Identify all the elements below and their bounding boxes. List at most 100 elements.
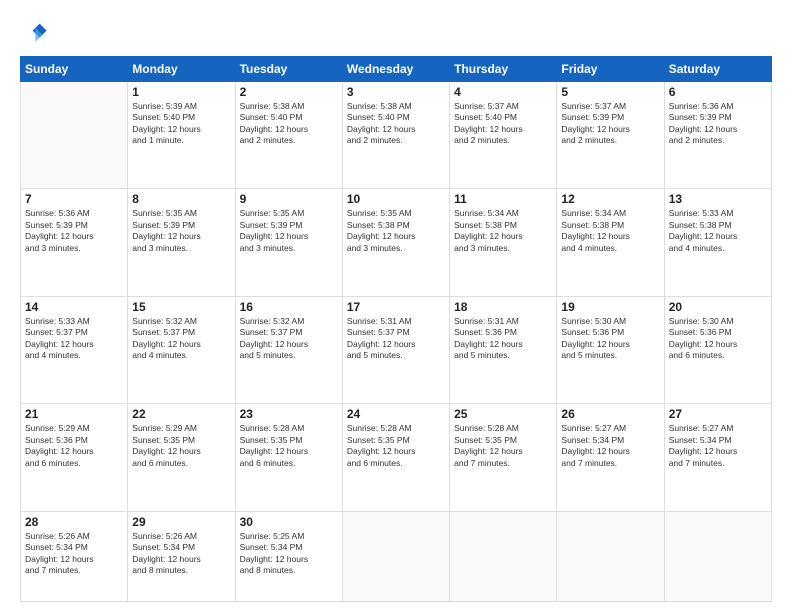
- calendar-cell: 19 Sunrise: 5:30 AM Sunset: 5:36 PM Dayli…: [557, 296, 664, 403]
- day-number: 25: [454, 407, 552, 421]
- calendar-cell: 11 Sunrise: 5:34 AM Sunset: 5:38 PM Dayli…: [450, 189, 557, 296]
- day-number: 7: [25, 192, 123, 206]
- calendar-day-header: Monday: [128, 57, 235, 82]
- day-number: 10: [347, 192, 445, 206]
- cell-info: Sunrise: 5:34 AM Sunset: 5:38 PM Dayligh…: [561, 208, 659, 254]
- calendar-cell: 20Sunrise: 5:30 AM Sunset: 5:36 PM Dayli…: [664, 296, 771, 403]
- calendar-cell: 7 Sunrise: 5:36 AM Sunset: 5:39 PM Daylig…: [21, 189, 128, 296]
- cell-info: Sunrise: 5:30 AM Sunset: 5:36 PM Dayligh…: [561, 316, 659, 362]
- calendar-week-row: 28Sunrise: 5:26 AM Sunset: 5:34 PM Dayli…: [21, 511, 772, 601]
- calendar-cell: 2 Sunrise: 5:38 AM Sunset: 5:40 PM Daylig…: [235, 82, 342, 189]
- cell-info: Sunrise: 5:37 AM Sunset: 5:39 PM Dayligh…: [561, 101, 659, 147]
- calendar-day-header: Sunday: [21, 57, 128, 82]
- day-number: 29: [132, 515, 230, 529]
- calendar-day-header: Saturday: [664, 57, 771, 82]
- calendar-week-row: 1 Sunrise: 5:39 AM Sunset: 5:40 PM Daylig…: [21, 82, 772, 189]
- calendar-cell: 10 Sunrise: 5:35 AM Sunset: 5:38 PM Dayli…: [342, 189, 449, 296]
- cell-info: Sunrise: 5:39 AM Sunset: 5:40 PM Dayligh…: [132, 101, 230, 147]
- day-number: 11: [454, 192, 552, 206]
- day-number: 2: [240, 85, 338, 99]
- page: SundayMondayTuesdayWednesdayThursdayFrid…: [0, 0, 792, 612]
- day-number: 13: [669, 192, 767, 206]
- cell-info: Sunrise: 5:33 AM Sunset: 5:38 PM Dayligh…: [669, 208, 767, 254]
- day-number: 15: [132, 300, 230, 314]
- calendar-week-row: 7 Sunrise: 5:36 AM Sunset: 5:39 PM Daylig…: [21, 189, 772, 296]
- calendar-cell: 21 Sunrise: 5:29 AM Sunset: 5:36 PM Dayli…: [21, 404, 128, 511]
- day-number: 8: [132, 192, 230, 206]
- cell-info: Sunrise: 5:25 AM Sunset: 5:34 PM Dayligh…: [240, 531, 338, 577]
- day-number: 22: [132, 407, 230, 421]
- day-number: 30: [240, 515, 338, 529]
- calendar-cell: 13 Sunrise: 5:33 AM Sunset: 5:38 PM Dayli…: [664, 189, 771, 296]
- calendar-cell: 18Sunrise: 5:31 AM Sunset: 5:36 PM Dayli…: [450, 296, 557, 403]
- logo: [20, 18, 52, 46]
- day-number: 28: [25, 515, 123, 529]
- calendar-cell: [342, 511, 449, 601]
- cell-info: Sunrise: 5:36 AM Sunset: 5:39 PM Dayligh…: [669, 101, 767, 147]
- cell-info: Sunrise: 5:33 AM Sunset: 5:37 PM Dayligh…: [25, 316, 123, 362]
- day-number: 3: [347, 85, 445, 99]
- day-number: 9: [240, 192, 338, 206]
- day-number: 1: [132, 85, 230, 99]
- calendar-cell: 1 Sunrise: 5:39 AM Sunset: 5:40 PM Daylig…: [128, 82, 235, 189]
- cell-info: Sunrise: 5:34 AM Sunset: 5:38 PM Dayligh…: [454, 208, 552, 254]
- calendar-cell: 4 Sunrise: 5:37 AM Sunset: 5:40 PM Daylig…: [450, 82, 557, 189]
- logo-icon: [20, 18, 48, 46]
- calendar-cell: 22Sunrise: 5:29 AM Sunset: 5:35 PM Dayli…: [128, 404, 235, 511]
- calendar-cell: 24 Sunrise: 5:28 AM Sunset: 5:35 PM Dayli…: [342, 404, 449, 511]
- cell-info: Sunrise: 5:36 AM Sunset: 5:39 PM Dayligh…: [25, 208, 123, 254]
- day-number: 21: [25, 407, 123, 421]
- cell-info: Sunrise: 5:28 AM Sunset: 5:35 PM Dayligh…: [347, 423, 445, 469]
- day-number: 6: [669, 85, 767, 99]
- calendar-cell: [557, 511, 664, 601]
- day-number: 27: [669, 407, 767, 421]
- calendar-cell: 12 Sunrise: 5:34 AM Sunset: 5:38 PM Dayli…: [557, 189, 664, 296]
- calendar-cell: 28Sunrise: 5:26 AM Sunset: 5:34 PM Dayli…: [21, 511, 128, 601]
- cell-info: Sunrise: 5:29 AM Sunset: 5:36 PM Dayligh…: [25, 423, 123, 469]
- cell-info: Sunrise: 5:37 AM Sunset: 5:40 PM Dayligh…: [454, 101, 552, 147]
- cell-info: Sunrise: 5:27 AM Sunset: 5:34 PM Dayligh…: [561, 423, 659, 469]
- calendar-day-header: Wednesday: [342, 57, 449, 82]
- cell-info: Sunrise: 5:35 AM Sunset: 5:39 PM Dayligh…: [240, 208, 338, 254]
- calendar-cell: 29Sunrise: 5:26 AM Sunset: 5:34 PM Dayli…: [128, 511, 235, 601]
- day-number: 26: [561, 407, 659, 421]
- calendar-cell: 15 Sunrise: 5:32 AM Sunset: 5:37 PM Dayli…: [128, 296, 235, 403]
- day-number: 20: [669, 300, 767, 314]
- calendar-cell: [664, 511, 771, 601]
- day-number: 12: [561, 192, 659, 206]
- cell-info: Sunrise: 5:27 AM Sunset: 5:34 PM Dayligh…: [669, 423, 767, 469]
- cell-info: Sunrise: 5:31 AM Sunset: 5:37 PM Dayligh…: [347, 316, 445, 362]
- cell-info: Sunrise: 5:35 AM Sunset: 5:39 PM Dayligh…: [132, 208, 230, 254]
- day-number: 19: [561, 300, 659, 314]
- calendar-table: SundayMondayTuesdayWednesdayThursdayFrid…: [20, 56, 772, 602]
- calendar-cell: [450, 511, 557, 601]
- calendar-cell: 17 Sunrise: 5:31 AM Sunset: 5:37 PM Dayli…: [342, 296, 449, 403]
- day-number: 4: [454, 85, 552, 99]
- cell-info: Sunrise: 5:31 AM Sunset: 5:36 PM Dayligh…: [454, 316, 552, 362]
- day-number: 17: [347, 300, 445, 314]
- calendar-cell: 25 Sunrise: 5:28 AM Sunset: 5:35 PM Dayli…: [450, 404, 557, 511]
- cell-info: Sunrise: 5:38 AM Sunset: 5:40 PM Dayligh…: [240, 101, 338, 147]
- day-number: 5: [561, 85, 659, 99]
- calendar-week-row: 14Sunrise: 5:33 AM Sunset: 5:37 PM Dayli…: [21, 296, 772, 403]
- calendar-cell: 27 Sunrise: 5:27 AM Sunset: 5:34 PM Dayli…: [664, 404, 771, 511]
- header: [20, 18, 772, 46]
- calendar-cell: [21, 82, 128, 189]
- calendar-day-header: Tuesday: [235, 57, 342, 82]
- calendar-day-header: Thursday: [450, 57, 557, 82]
- calendar-cell: 23Sunrise: 5:28 AM Sunset: 5:35 PM Dayli…: [235, 404, 342, 511]
- calendar-cell: 26 Sunrise: 5:27 AM Sunset: 5:34 PM Dayli…: [557, 404, 664, 511]
- calendar-header-row: SundayMondayTuesdayWednesdayThursdayFrid…: [21, 57, 772, 82]
- cell-info: Sunrise: 5:32 AM Sunset: 5:37 PM Dayligh…: [132, 316, 230, 362]
- calendar-cell: 6 Sunrise: 5:36 AM Sunset: 5:39 PM Daylig…: [664, 82, 771, 189]
- cell-info: Sunrise: 5:28 AM Sunset: 5:35 PM Dayligh…: [240, 423, 338, 469]
- day-number: 24: [347, 407, 445, 421]
- cell-info: Sunrise: 5:28 AM Sunset: 5:35 PM Dayligh…: [454, 423, 552, 469]
- day-number: 16: [240, 300, 338, 314]
- calendar-cell: 8 Sunrise: 5:35 AM Sunset: 5:39 PM Daylig…: [128, 189, 235, 296]
- calendar-week-row: 21 Sunrise: 5:29 AM Sunset: 5:36 PM Dayli…: [21, 404, 772, 511]
- calendar-cell: 16 Sunrise: 5:32 AM Sunset: 5:37 PM Dayli…: [235, 296, 342, 403]
- cell-info: Sunrise: 5:35 AM Sunset: 5:38 PM Dayligh…: [347, 208, 445, 254]
- cell-info: Sunrise: 5:32 AM Sunset: 5:37 PM Dayligh…: [240, 316, 338, 362]
- calendar-cell: 9 Sunrise: 5:35 AM Sunset: 5:39 PM Daylig…: [235, 189, 342, 296]
